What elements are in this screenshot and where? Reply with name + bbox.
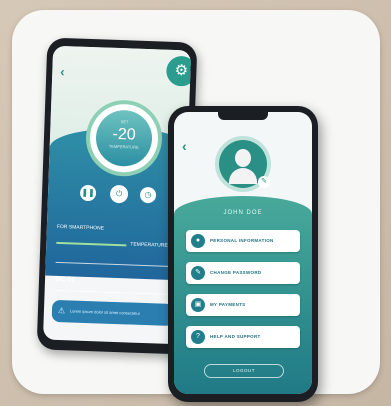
user-icon: ●: [191, 234, 205, 248]
menu-item-help-and-support[interactable]: ? HELP AND SUPPORT: [186, 326, 300, 348]
avatar-body-icon: [229, 168, 257, 184]
menu-item-label: HELP AND SUPPORT: [210, 334, 261, 339]
key-icon: ✎: [191, 266, 205, 280]
profile-screen: ‹ ✎ JOHN DOE ● PERSONAL INFORMATION ✎ CH…: [174, 112, 312, 394]
slider-label: TEMPERATURE: [130, 241, 168, 249]
back-arrow-icon[interactable]: ‹: [60, 64, 65, 79]
back-arrow-icon[interactable]: ‹: [182, 138, 187, 154]
edit-avatar-icon[interactable]: ✎: [258, 176, 270, 188]
avatar-head-icon: [235, 149, 251, 167]
logout-button[interactable]: LOGOUT: [204, 364, 284, 378]
phone-notch: [218, 112, 268, 120]
showcase-card: ‹ ⚙ SET -20 TEMPERATURE ❚❚ ⏻ ◷ FOR SMART…: [12, 10, 380, 402]
menu-item-change-password[interactable]: ✎ CHANGE PASSWORD: [186, 262, 300, 284]
menu-item-label: PERSONAL INFORMATION: [210, 238, 274, 243]
user-name: JOHN DOE: [223, 210, 263, 216]
help-icon: ?: [191, 330, 205, 344]
temperature-value: -20: [112, 125, 136, 144]
menu-item-label: MY PAYMENTS: [210, 302, 246, 307]
degree-label: DC 07: [54, 275, 76, 284]
notification-banner[interactable]: ⚠ Lorem ipsum dolor sit amet consectetur: [51, 299, 175, 327]
front-phone: ‹ ✎ JOHN DOE ● PERSONAL INFORMATION ✎ CH…: [168, 106, 318, 402]
menu-item-personal-information[interactable]: ● PERSONAL INFORMATION: [186, 230, 300, 252]
alert-icon: ⚠: [57, 306, 66, 316]
dial-caption-bottom: TEMPERATURE: [108, 143, 139, 150]
menu-item-my-payments[interactable]: ▣ MY PAYMENTS: [186, 294, 300, 316]
dial-caption-top: SET: [120, 119, 129, 125]
divider: [54, 289, 175, 296]
wallet-icon: ▣: [191, 298, 205, 312]
notification-text: Lorem ipsum dolor sit amet consectetur: [69, 308, 141, 316]
menu-item-label: CHANGE PASSWORD: [210, 270, 262, 275]
